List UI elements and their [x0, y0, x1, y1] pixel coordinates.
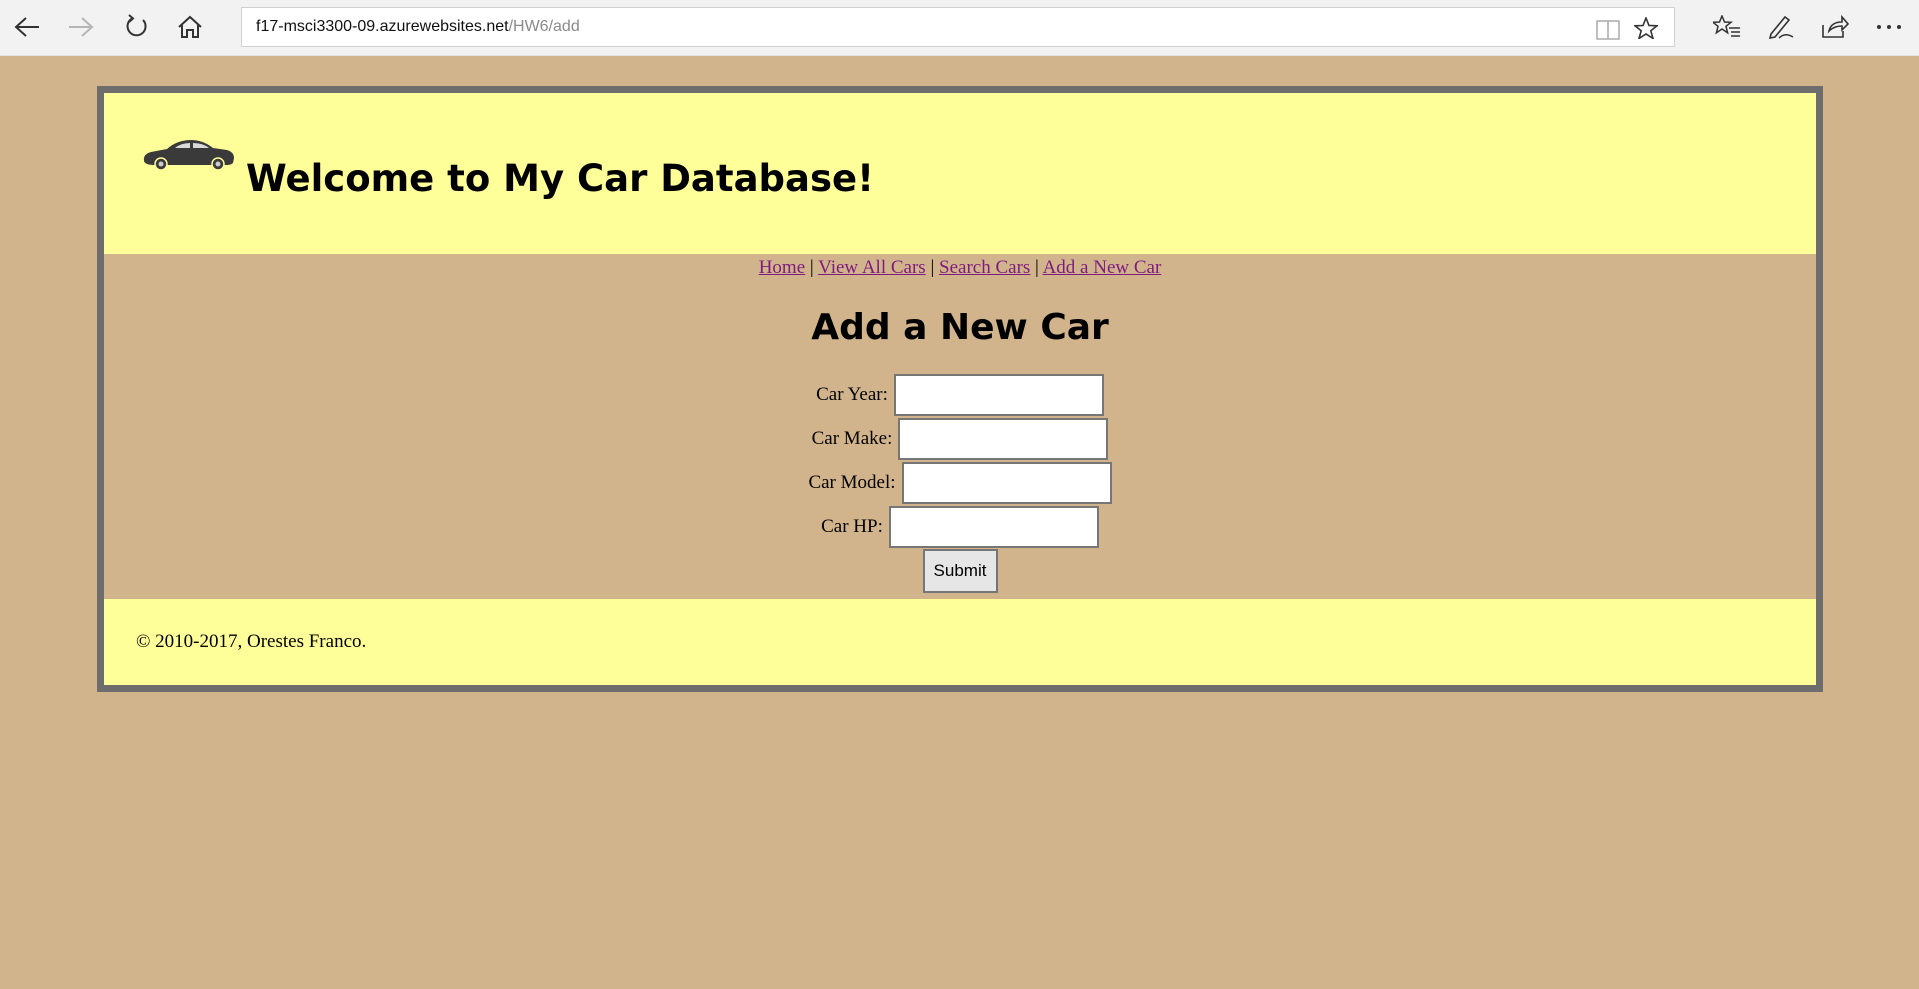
- car-make-input[interactable]: [898, 418, 1109, 460]
- address-bar[interactable]: f17-msci3300-09.azurewebsites.net/HW6/ad…: [241, 7, 1675, 47]
- nav-link-search-cars[interactable]: Search Cars: [939, 257, 1030, 278]
- share-icon[interactable]: [1818, 10, 1852, 44]
- copyright-text: © 2010-2017, Orestes Franco.: [136, 631, 367, 652]
- add-car-form: Car Year: Car Make: Car Model: Car HP: S…: [104, 373, 1816, 593]
- car-year-label: Car Year:: [816, 384, 888, 405]
- car-year-input[interactable]: [893, 374, 1104, 416]
- nav-link-view-all-cars[interactable]: View All Cars: [818, 257, 926, 278]
- car-model-label: Car Model:: [808, 472, 896, 493]
- submit-row: Submit: [104, 549, 1816, 593]
- refresh-icon[interactable]: [119, 10, 153, 44]
- browser-toolbar: f17-msci3300-09.azurewebsites.net/HW6/ad…: [0, 0, 1919, 56]
- nav-separator: |: [1035, 257, 1039, 278]
- page-frame: Welcome to My Car Database! Home | View …: [97, 86, 1823, 692]
- favorites-hub-icon[interactable]: [1710, 10, 1744, 44]
- favorite-star-icon[interactable]: [1632, 15, 1660, 54]
- nav-link-add-new-car[interactable]: Add a New Car: [1043, 257, 1162, 278]
- nav-separator: |: [930, 257, 935, 278]
- car-hp-row: Car HP:: [104, 505, 1816, 549]
- web-note-pen-icon[interactable]: [1764, 10, 1798, 44]
- car-hp-label: Car HP:: [821, 516, 883, 537]
- nav-link-home[interactable]: Home: [759, 257, 805, 278]
- site-title: Welcome to My Car Database!: [246, 157, 874, 200]
- car-model-row: Car Model:: [104, 461, 1816, 505]
- main-nav: Home | View All Cars | Search Cars | Add…: [104, 254, 1816, 282]
- nav-separator: |: [809, 257, 814, 278]
- more-icon[interactable]: [1872, 10, 1906, 44]
- car-make-label: Car Make:: [811, 428, 893, 449]
- reading-view-icon[interactable]: [1596, 17, 1620, 55]
- site-header: Welcome to My Car Database!: [104, 93, 1816, 254]
- home-icon[interactable]: [173, 10, 207, 44]
- car-year-row: Car Year:: [104, 373, 1816, 417]
- back-icon[interactable]: [10, 10, 44, 44]
- site-footer: © 2010-2017, Orestes Franco.: [104, 599, 1816, 685]
- url-path: /HW6/add: [508, 18, 580, 35]
- page-title: Add a New Car: [811, 307, 1109, 348]
- car-make-row: Car Make:: [104, 417, 1816, 461]
- car-model-input[interactable]: [901, 462, 1112, 504]
- submit-button[interactable]: Submit: [922, 549, 998, 593]
- car-hp-input[interactable]: [888, 506, 1099, 548]
- url-host: f17-msci3300-09.azurewebsites.net: [256, 18, 509, 35]
- car-icon: [141, 137, 235, 176]
- forward-icon[interactable]: [64, 10, 98, 44]
